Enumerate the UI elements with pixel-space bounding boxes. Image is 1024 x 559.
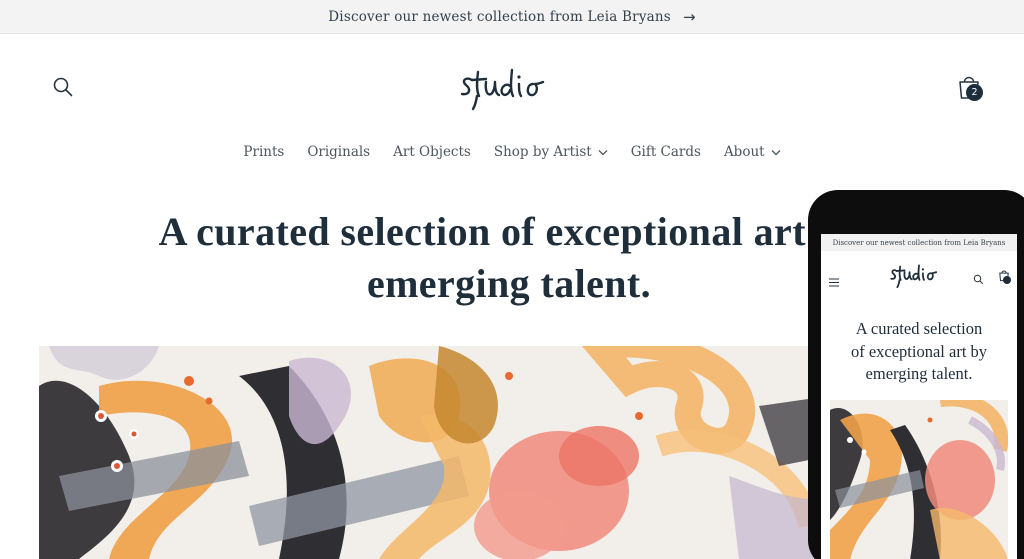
- announcement-bar[interactable]: Discover our newest collection from Leia…: [0, 0, 1024, 34]
- nav-item-label: Prints: [243, 144, 285, 160]
- nav-item-label: About: [723, 144, 765, 160]
- hamburger-menu-icon[interactable]: [829, 272, 839, 287]
- mobile-hero-artwork-image: [830, 400, 1008, 559]
- site-header: 2: [0, 34, 1024, 134]
- nav-item-shop-by-artist[interactable]: Shop by Artist: [494, 140, 608, 164]
- nav-item-art-objects[interactable]: Art Objects: [393, 140, 471, 164]
- chevron-down-icon: [771, 149, 781, 155]
- announcement-text[interactable]: Discover our newest collection from Leia…: [328, 9, 671, 25]
- nav-item-label: Shop by Artist: [493, 144, 592, 160]
- cart-count-badge: 2: [966, 84, 983, 101]
- mobile-cart-count-badge: [1003, 276, 1011, 284]
- hero-title-line-1: A curated selection of exceptional art b…: [158, 209, 860, 254]
- chevron-down-icon: [598, 149, 608, 155]
- mobile-hero-title: A curated selection of exceptional art b…: [829, 318, 1009, 386]
- hero-title: A curated selection of exceptional art b…: [100, 206, 918, 310]
- mobile-announcement-bar[interactable]: Discover our newest collection from Leia…: [821, 234, 1017, 251]
- main-nav: Prints Originals Art Objects Shop by Art…: [0, 140, 1024, 164]
- nav-item-prints[interactable]: Prints: [243, 140, 284, 164]
- mobile-hero-title-line-1: A curated selection: [855, 319, 983, 338]
- nav-item-gift-cards[interactable]: Gift Cards: [631, 140, 701, 164]
- nav-item-originals[interactable]: Originals: [307, 140, 370, 164]
- nav-item-label: Art Objects: [393, 144, 471, 160]
- nav-item-about[interactable]: About: [724, 140, 781, 164]
- studio-logo[interactable]: [458, 66, 566, 112]
- mobile-announcement-text: Discover our newest collection from Leia…: [832, 238, 1006, 247]
- arrow-right-icon: →: [682, 7, 696, 26]
- search-icon[interactable]: [52, 76, 74, 98]
- hero-title-line-2: emerging talent.: [366, 261, 652, 306]
- mobile-hero-title-line-3: emerging talent.: [865, 364, 973, 383]
- nav-item-label: Gift Cards: [630, 144, 701, 160]
- mobile-hero-title-line-2: of exceptional art by: [850, 341, 988, 361]
- nav-item-label: Originals: [307, 144, 371, 160]
- hero-artwork-image: [39, 346, 829, 559]
- phone-mockup-screen: Discover our newest collection from Leia…: [821, 234, 1017, 559]
- mobile-search-icon[interactable]: [973, 270, 984, 285]
- mobile-studio-logo[interactable]: [889, 263, 949, 289]
